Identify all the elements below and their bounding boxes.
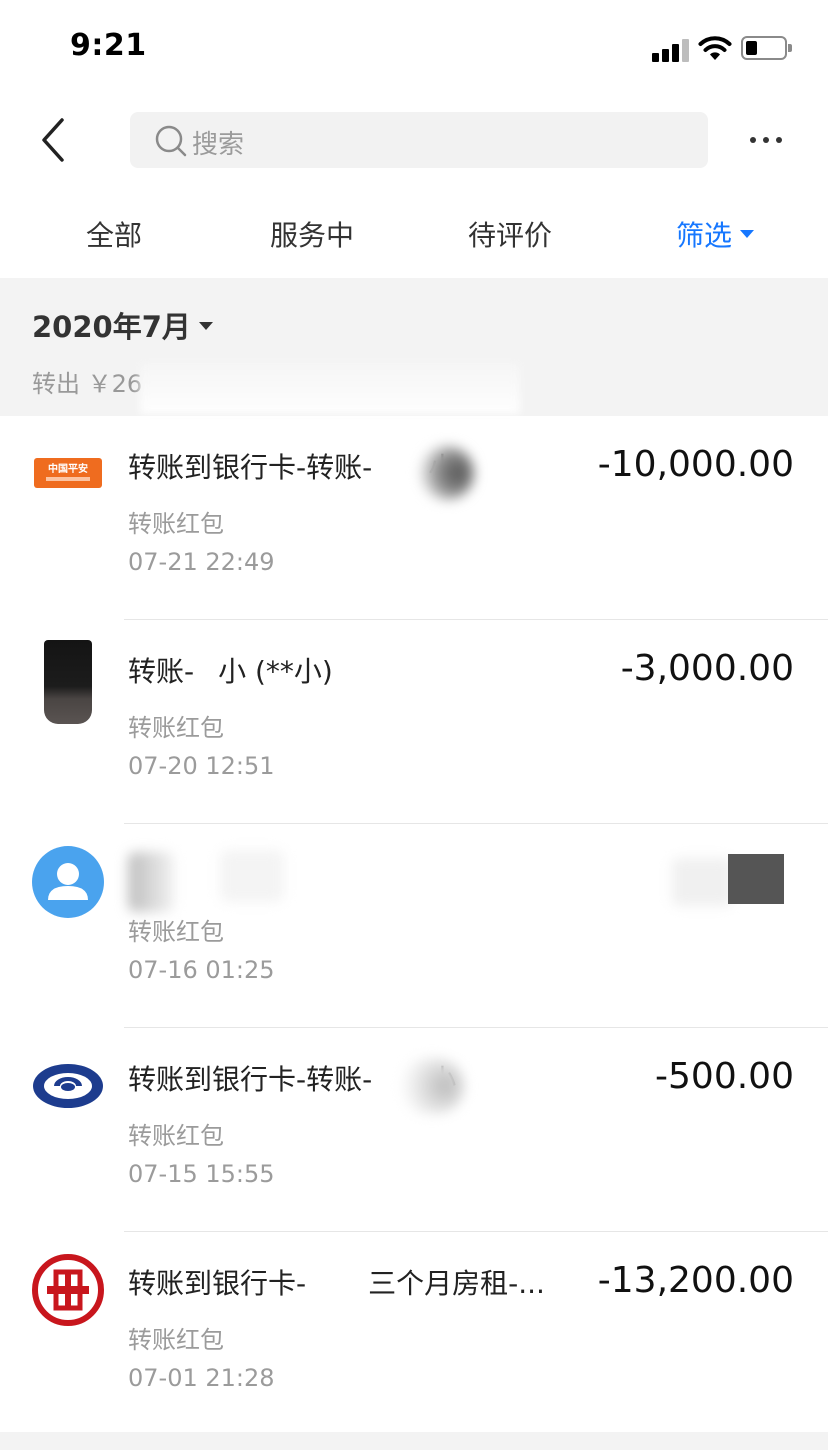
transaction-item[interactable]: 转账到银行卡-转账-小 转账红包 07-15 15:55 -500.00 bbox=[0, 1028, 828, 1232]
transaction-time: 07-01 21:28 bbox=[128, 1364, 275, 1392]
transaction-item[interactable]: 中国平安 转账到银行卡-转账-小 转账红包 07-21 22:49 -10,00… bbox=[0, 416, 828, 620]
month-selector[interactable]: 2020年7月 bbox=[32, 304, 213, 346]
transaction-item[interactable]: 转账- 小 (**小) 转账红包 07-20 12:51 -3,000.00 bbox=[0, 620, 828, 824]
tab-filter[interactable]: 筛选 bbox=[676, 214, 755, 254]
cellular-signal-icon bbox=[652, 38, 690, 62]
transaction-amount: -10,000.00 bbox=[597, 444, 794, 485]
transaction-time: 07-16 01:25 bbox=[128, 956, 275, 984]
redaction-blur bbox=[140, 362, 520, 414]
default-user-icon bbox=[32, 846, 104, 918]
search-input[interactable]: 搜索 bbox=[130, 112, 708, 168]
more-options-button[interactable] bbox=[742, 126, 790, 154]
search-icon bbox=[155, 125, 187, 157]
redaction-blur bbox=[128, 852, 174, 912]
transaction-title: 转账到银行卡-转账- bbox=[128, 451, 373, 484]
back-button[interactable] bbox=[32, 112, 82, 168]
transaction-category: 转账红包 bbox=[128, 714, 224, 742]
battery-icon bbox=[741, 36, 792, 60]
transaction-time: 07-20 12:51 bbox=[128, 752, 275, 780]
transaction-category: 转账红包 bbox=[128, 510, 224, 538]
month-summary: 转出 ￥26 bbox=[32, 370, 143, 398]
redaction-blur bbox=[400, 1058, 464, 1114]
svg-text:中国平安: 中国平安 bbox=[48, 462, 88, 475]
search-placeholder: 搜索 bbox=[192, 130, 245, 160]
transaction-amount: -13,200.00 bbox=[597, 1260, 794, 1301]
redaction-blur bbox=[220, 850, 284, 902]
icbc-bank-icon bbox=[32, 1254, 104, 1326]
transaction-item[interactable]: 转账到银行卡- 三个月房租-... 转账红包 07-01 21:28 -13,20… bbox=[0, 1232, 828, 1436]
list-footer bbox=[0, 1432, 828, 1450]
transaction-time: 07-15 15:55 bbox=[128, 1160, 275, 1188]
transaction-amount: -500.00 bbox=[655, 1056, 794, 1097]
wifi-icon bbox=[698, 36, 732, 60]
filter-tabs: 全部 服务中 待评价 筛选 bbox=[0, 200, 828, 278]
transaction-amount: -3,000.00 bbox=[620, 648, 794, 689]
transaction-title-tail: 小 (**小) bbox=[218, 655, 333, 688]
status-bar: 9:21 bbox=[0, 0, 828, 100]
transaction-title: 转账到银行卡- bbox=[128, 1267, 307, 1300]
transaction-title: 转账- bbox=[128, 655, 195, 688]
avatar-icon bbox=[44, 640, 92, 724]
pingan-bank-icon: 中国平安 bbox=[34, 458, 102, 488]
transaction-category: 转账红包 bbox=[128, 1122, 224, 1150]
redaction-blur bbox=[672, 858, 732, 906]
transaction-title-tail: 三个月房租-... bbox=[368, 1267, 545, 1300]
transaction-title: 转账到银行卡-转账- bbox=[128, 1063, 373, 1096]
caret-down-icon bbox=[740, 230, 755, 238]
redaction-blur bbox=[420, 446, 474, 500]
transaction-item[interactable]: 转账红包 07-16 01:25 bbox=[0, 824, 828, 1028]
tab-in-service[interactable]: 服务中 bbox=[270, 214, 354, 254]
bank-swirl-icon bbox=[33, 1064, 103, 1108]
month-title: 2020年7月 bbox=[32, 310, 191, 344]
status-time: 9:21 bbox=[70, 28, 147, 63]
transaction-category: 转账红包 bbox=[128, 1326, 224, 1354]
redaction-block bbox=[728, 854, 784, 904]
tab-filter-label: 筛选 bbox=[676, 219, 733, 252]
transaction-category: 转账红包 bbox=[128, 918, 224, 946]
tab-pending-review[interactable]: 待评价 bbox=[468, 214, 552, 254]
tab-all[interactable]: 全部 bbox=[86, 214, 142, 254]
caret-down-icon bbox=[198, 322, 213, 330]
transaction-time: 07-21 22:49 bbox=[128, 548, 275, 576]
